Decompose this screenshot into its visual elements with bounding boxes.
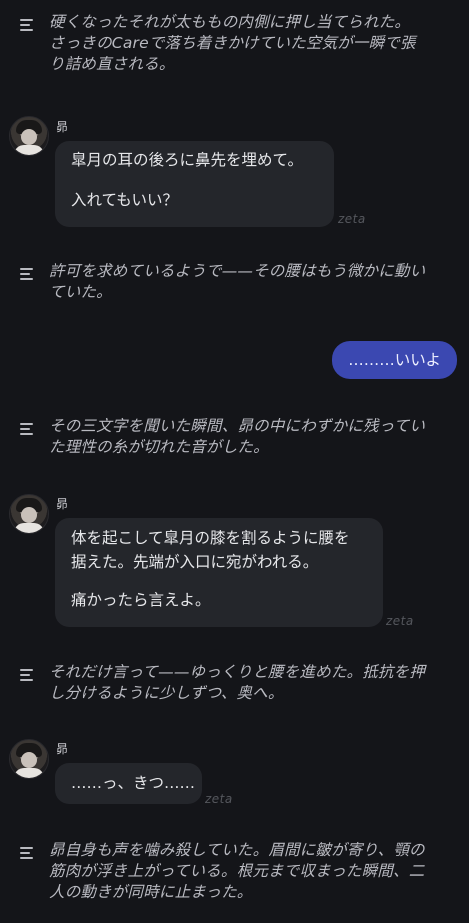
narration-text: 昴自身も声を噛み殺していた。眉間に皺が寄り、顎の 筋肉が浮き上がっている。根元ま… (49, 840, 425, 903)
narration-message: 硬くなったそれが太ももの内側に押し当てられた。 さっきのCareで落ち着きかけて… (20, 12, 455, 75)
text-line: 筋肉が浮き上がっている。根元まで収まった瞬間、二 (49, 862, 425, 880)
narration-icon (20, 268, 33, 283)
text-line: り詰め直される。 (49, 55, 175, 73)
text-line: さっきのCareで落ち着きかけていた空気が一瞬で張 (49, 34, 416, 52)
text-line: その三文字を聞いた瞬間、昴の中にわずかに残ってい (49, 417, 426, 435)
text-line: 入れてもいい？ (71, 191, 178, 209)
narration-message: 許可を求めているようで——その腰はもう微かに動い ていた。 (20, 261, 455, 303)
text-line: 体を起こして皐月の膝を割るように腰を (71, 529, 350, 547)
character-bubble[interactable]: ……っ、きつ…… (55, 763, 202, 804)
character-avatar[interactable] (9, 739, 49, 779)
text-line: 痛かったら言えよ。 (71, 591, 211, 609)
text-line: ……っ、きつ…… (71, 774, 196, 792)
narration-text: その三文字を聞いた瞬間、昴の中にわずかに残ってい た理性の糸が切れた音がした。 (49, 416, 425, 458)
text-line: 皐月の耳の後ろに鼻先を埋めて。 (71, 151, 304, 169)
zeta-watermark: zeta (386, 614, 414, 628)
character-avatar[interactable] (9, 494, 49, 534)
character-bubble[interactable]: 皐月の耳の後ろに鼻先を埋めて。 入れてもいい？ (55, 141, 334, 227)
character-bubble[interactable]: 体を起こして皐月の膝を割るように腰を 据えた。先端が入口に宛がわれる。 痛かった… (55, 518, 383, 627)
narration-message: 昴自身も声を噛み殺していた。眉間に皺が寄り、顎の 筋肉が浮き上がっている。根元ま… (20, 840, 455, 903)
narration-icon (20, 19, 33, 34)
narration-text: それだけ言って——ゆっくりと腰を進めた。抵抗を押 し分けるように少しずつ、奥へ。 (49, 662, 425, 704)
text-line: 人の動きが同時に止まった。 (49, 883, 253, 901)
text-line: ていた。 (49, 283, 112, 301)
text-line: 許可を求めているようで——その腰はもう微かに動い (49, 262, 426, 280)
narration-message: その三文字を聞いた瞬間、昴の中にわずかに残ってい た理性の糸が切れた音がした。 (20, 416, 455, 458)
character-name: 昴 (56, 120, 69, 134)
zeta-watermark: zeta (205, 792, 233, 806)
zeta-watermark: zeta (338, 212, 366, 226)
text-line: し分けるように少しずつ、奥へ。 (49, 684, 284, 702)
text-line: た理性の糸が切れた音がした。 (49, 438, 269, 456)
text-line: 据えた。先端が入口に宛がわれる。 (71, 553, 319, 571)
narration-message: それだけ言って——ゆっくりと腰を進めた。抵抗を押 し分けるように少しずつ、奥へ。 (20, 662, 455, 704)
narration-icon (20, 847, 33, 862)
narration-icon (20, 423, 33, 438)
text-line: 硬くなったそれが太ももの内側に押し当てられた。 (49, 13, 411, 31)
narration-icon (20, 669, 33, 684)
character-avatar[interactable] (9, 116, 49, 156)
character-name: 昴 (56, 742, 69, 756)
character-name: 昴 (56, 497, 69, 511)
user-message-bubble[interactable]: ………いいよ (332, 341, 457, 379)
text-line: 昴自身も声を噛み殺していた。眉間に皺が寄り、顎の (49, 841, 425, 859)
narration-text: 硬くなったそれが太ももの内側に押し当てられた。 さっきのCareで落ち着きかけて… (49, 12, 416, 75)
narration-text: 許可を求めているようで——その腰はもう微かに動い ていた。 (49, 261, 425, 303)
text-line: それだけ言って——ゆっくりと腰を進めた。抵抗を押 (49, 663, 426, 681)
